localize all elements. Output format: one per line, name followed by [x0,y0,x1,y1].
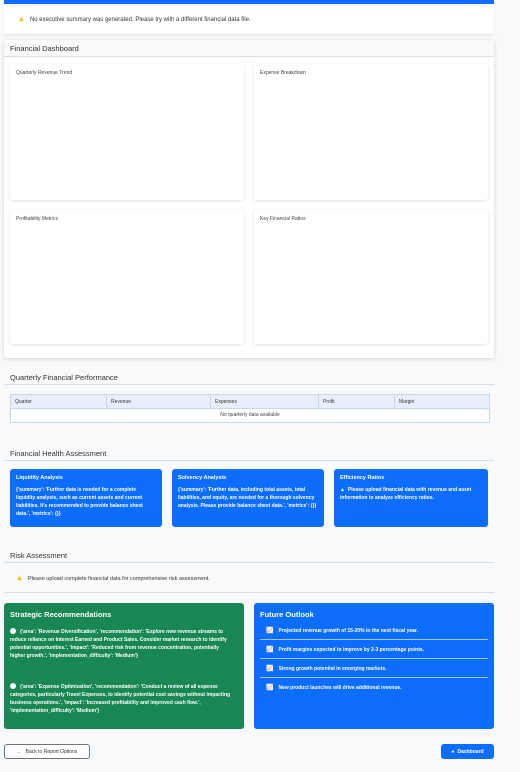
liquidity-title: Liquidity Analysis [16,475,63,481]
alert-message: No executive summary was generated. Plea… [29,16,251,23]
efficiency-title: Efficiency Ratios [340,475,385,481]
bullet-icon [10,628,16,634]
efficiency-text: Please upload financial data with revenu… [340,487,472,501]
liquidity-card: Liquidity Analysis {'summary': 'Further … [10,469,162,527]
solvency-body: {'summary': 'Further data, including tot… [178,487,317,509]
future-outlook-card: Future Outlook 📈 Projected revenue growth… [254,603,494,729]
chart-line-icon: 📈 [266,666,274,672]
column-header: Expenses [211,395,319,408]
bullet-icon [10,683,16,689]
profitability-title: Profitability Metrics [16,216,58,222]
quarterly-title: Quarterly Financial Performance [10,373,118,382]
back-to-report-options-button[interactable]: ← Back to Report Options [4,744,90,759]
arrow-left-icon: ← [16,748,22,755]
outlook-item: 📈 Projected revenue growth of 15-20% in t… [260,622,488,640]
outlook-text: Projected revenue growth of 15-20% in th… [278,628,418,634]
dashboard-button-label: Dashboard [457,748,484,755]
dashboard-icon: ● [451,748,455,755]
recommendation-item: {'area': 'Expense Optimization', 'recomm… [10,683,234,715]
solvency-title: Solvency Analysis [178,475,227,481]
dashboard-button[interactable]: ● Dashboard [441,744,494,759]
executive-summary-alert: ▲ No executive summary was generated. Pl… [4,4,494,35]
profitability-panel: Profitability Metrics [10,210,244,344]
outlook-item: 📈 Strong growth potential in emerging mar… [260,660,488,678]
column-header: Profit [319,395,395,408]
ratios-panel: Key Financial Ratios [254,210,488,344]
risk-header: Risk Assessment [4,548,494,563]
quarterly-table: Quarter Revenue Expenses Profit Margin N… [10,394,490,423]
solvency-card: Solvency Analysis {'summary': 'Further d… [172,469,324,527]
divider [4,592,494,593]
quarterly-header: Quarterly Financial Performance [4,370,494,385]
health-title: Financial Health Assessment [10,449,107,458]
column-header: Revenue [107,395,211,408]
outlook-item: 📈 Profit margins expected to improve by 2… [260,641,488,659]
back-button-label: Back to Report Options [25,748,78,755]
revenue-trend-title: Quarterly Revenue Trend [16,70,73,76]
revenue-trend-panel: Quarterly Revenue Trend [10,64,244,200]
strategic-recommendations-card: Strategic Recommendations {'area': 'Reve… [4,603,244,729]
strategic-title: Strategic Recommendations [10,610,112,619]
dashboard-title: Financial Dashboard [10,44,79,53]
health-header: Financial Health Assessment [4,446,494,461]
chart-line-icon: 📈 [266,628,274,634]
recommendation-text: {'area': 'Expense Optimization', 'recomm… [10,684,231,714]
efficiency-body: ▲ Please upload financial data with reven… [340,486,482,502]
outlook-item: 📈 New product launches will drive additio… [260,679,488,697]
expense-breakdown-title: Expense Breakdown [260,70,306,76]
outlook-title: Future Outlook [260,610,314,619]
recommendation-item: {'area': 'Revenue Diversification', 'rec… [10,628,234,660]
chart-line-icon: 📈 [266,685,274,691]
warning-icon: ▲ [340,487,345,493]
column-header: Margin [399,399,415,405]
expense-breakdown-panel: Expense Breakdown [254,64,488,200]
empty-table-message: No quarterly data available [11,409,489,422]
risk-message: Please upload complete financial data fo… [27,575,210,582]
warning-icon: ▲ [18,16,25,23]
efficiency-card: Efficiency Ratios ▲ Please upload financi… [334,469,488,527]
financial-dashboard-card: Financial Dashboard Quarterly Revenue Tr… [4,40,494,358]
outlook-text: New product launches will drive addition… [278,685,402,691]
chart-line-icon: 📈 [266,647,274,653]
dashboard-header: Financial Dashboard [4,40,494,57]
table-header-row: Quarter Revenue Expenses Profit Margin [11,395,489,409]
recommendation-text: {'area': 'Revenue Diversification', 'rec… [10,629,227,659]
outlook-text: Strong growth potential in emerging mark… [278,666,387,672]
ratios-title: Key Financial Ratios [260,216,306,222]
risk-title: Risk Assessment [10,551,68,560]
risk-message-row: ▲ Please upload complete financial data … [16,575,210,582]
outlook-text: Profit margins expected to improve by 2-… [278,647,425,653]
warning-icon: ▲ [16,575,23,582]
liquidity-body: {'summary': 'Further data is needed for … [16,487,143,517]
column-header: Quarter [11,395,107,408]
